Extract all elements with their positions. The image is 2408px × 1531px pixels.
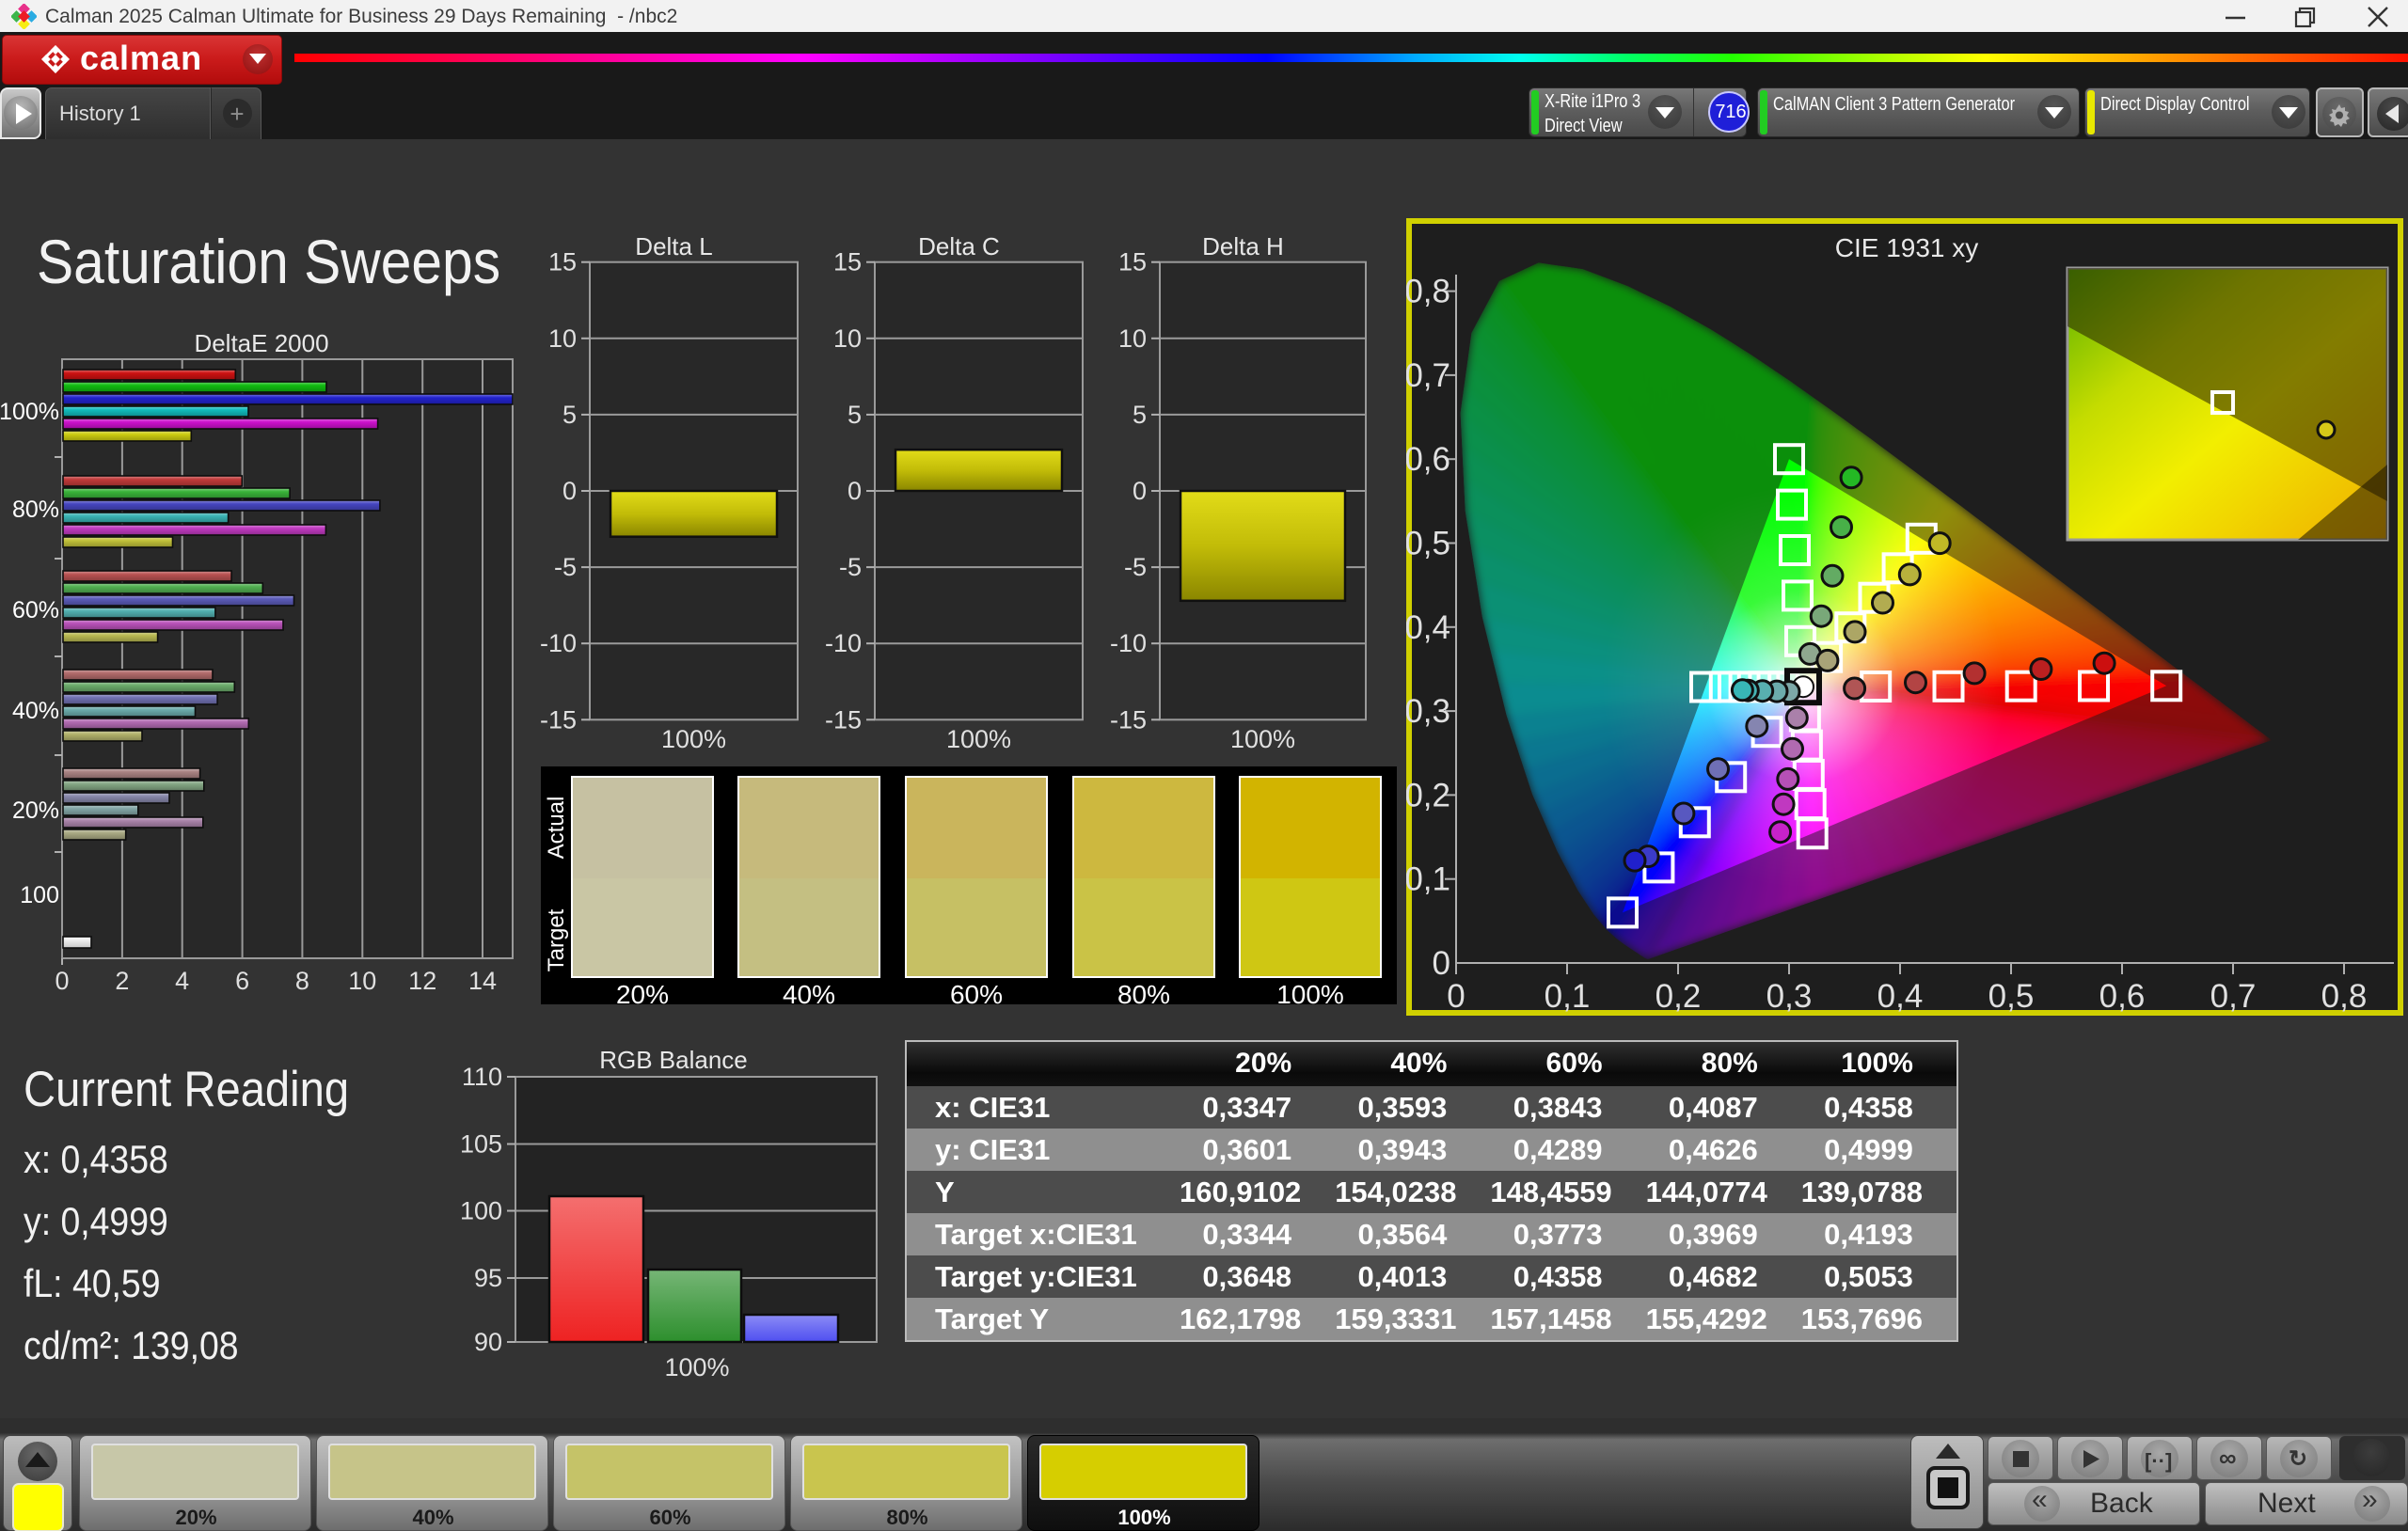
- svg-text:5: 5: [848, 401, 862, 429]
- svg-text:8: 8: [295, 967, 309, 995]
- svg-text:5: 5: [1133, 401, 1147, 429]
- svg-text:0,3: 0,3: [1406, 693, 1450, 730]
- svg-text:-5: -5: [1124, 553, 1147, 581]
- svg-text:Delta C: Delta C: [918, 232, 1000, 260]
- svg-text:0,8: 0,8: [2321, 978, 2368, 1015]
- svg-text:0: 0: [848, 477, 862, 505]
- svg-text:100%: 100%: [664, 1353, 729, 1381]
- svg-text:15: 15: [1118, 248, 1147, 276]
- svg-text:100%: 100%: [946, 725, 1011, 752]
- svg-text:14: 14: [468, 967, 497, 995]
- svg-text:10: 10: [833, 324, 862, 353]
- svg-text:0: 0: [55, 967, 69, 995]
- svg-text:0,2: 0,2: [1406, 777, 1450, 813]
- svg-text:0,1: 0,1: [1406, 861, 1450, 898]
- svg-text:60%: 60%: [12, 597, 59, 623]
- svg-text:-10: -10: [540, 629, 577, 657]
- svg-text:0,8: 0,8: [1406, 274, 1450, 310]
- svg-text:0,3: 0,3: [1766, 978, 1813, 1015]
- svg-text:-5: -5: [839, 553, 862, 581]
- svg-text:-10: -10: [825, 629, 862, 657]
- svg-text:110: 110: [462, 1063, 502, 1091]
- svg-text:0,4: 0,4: [1406, 609, 1450, 646]
- svg-text:2: 2: [115, 967, 129, 995]
- svg-text:-10: -10: [1110, 629, 1147, 657]
- svg-text:10: 10: [1118, 324, 1147, 353]
- svg-text:0,5: 0,5: [1406, 526, 1450, 562]
- svg-text:90: 90: [474, 1328, 502, 1356]
- svg-text:100%: 100%: [1230, 725, 1295, 752]
- svg-text:40%: 40%: [12, 698, 59, 724]
- svg-text:100: 100: [20, 882, 59, 908]
- svg-text:Delta L: Delta L: [635, 232, 712, 260]
- svg-text:5: 5: [562, 401, 577, 429]
- svg-text:80%: 80%: [12, 497, 59, 523]
- svg-text:-15: -15: [1110, 705, 1147, 734]
- svg-text:-15: -15: [825, 705, 862, 734]
- svg-text:Delta H: Delta H: [1202, 232, 1284, 260]
- svg-text:95: 95: [474, 1264, 502, 1292]
- svg-text:15: 15: [548, 248, 577, 276]
- svg-text:20%: 20%: [12, 797, 59, 824]
- svg-text:15: 15: [833, 248, 862, 276]
- svg-text:12: 12: [408, 967, 436, 995]
- svg-text:0: 0: [1133, 477, 1147, 505]
- svg-text:100%: 100%: [0, 399, 59, 425]
- svg-text:100%: 100%: [661, 725, 726, 752]
- svg-text:0,5: 0,5: [1988, 978, 2035, 1015]
- svg-text:105: 105: [460, 1130, 502, 1159]
- svg-text:-15: -15: [540, 705, 577, 734]
- svg-text:0,4: 0,4: [1877, 978, 1924, 1015]
- svg-text:DeltaE 2000: DeltaE 2000: [194, 329, 328, 357]
- svg-text:-5: -5: [554, 553, 577, 581]
- svg-text:0,7: 0,7: [1406, 357, 1450, 394]
- svg-text:0: 0: [1433, 945, 1450, 982]
- svg-text:0: 0: [562, 477, 577, 505]
- svg-text:100: 100: [460, 1197, 502, 1225]
- svg-text:0,6: 0,6: [1406, 441, 1450, 478]
- svg-text:0: 0: [1447, 978, 1465, 1015]
- svg-text:6: 6: [235, 967, 249, 995]
- svg-text:0,6: 0,6: [2099, 978, 2146, 1015]
- svg-text:0,2: 0,2: [1656, 978, 1702, 1015]
- svg-text:RGB Balance: RGB Balance: [599, 1046, 748, 1074]
- svg-text:0,1: 0,1: [1545, 978, 1591, 1015]
- svg-text:0,7: 0,7: [2210, 978, 2257, 1015]
- svg-text:4: 4: [175, 967, 189, 995]
- svg-text:10: 10: [348, 967, 376, 995]
- svg-text:CIE 1931 xy: CIE 1931 xy: [1835, 233, 1979, 262]
- svg-text:10: 10: [548, 324, 577, 353]
